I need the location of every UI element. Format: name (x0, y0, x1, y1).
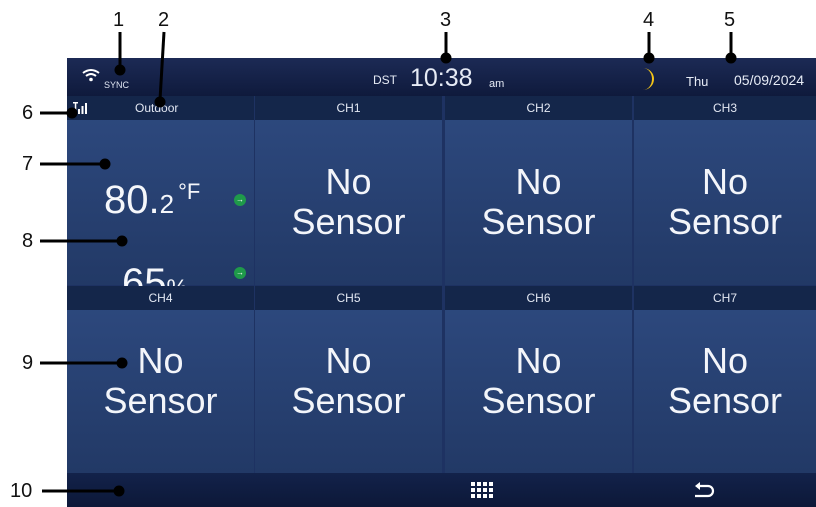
callout-4: 4 (643, 9, 655, 31)
callout-6: 6 (22, 102, 34, 124)
callout-3: 3 (440, 9, 452, 31)
callout-9: 9 (22, 352, 34, 374)
callout-5: 5 (724, 9, 736, 31)
callout-lines (40, 31, 737, 497)
callout-2: 2 (158, 9, 170, 31)
callout-7: 7 (22, 153, 34, 175)
callout-10: 10 (10, 480, 33, 502)
callout-8: 8 (22, 230, 34, 252)
callout-1: 1 (113, 9, 125, 31)
